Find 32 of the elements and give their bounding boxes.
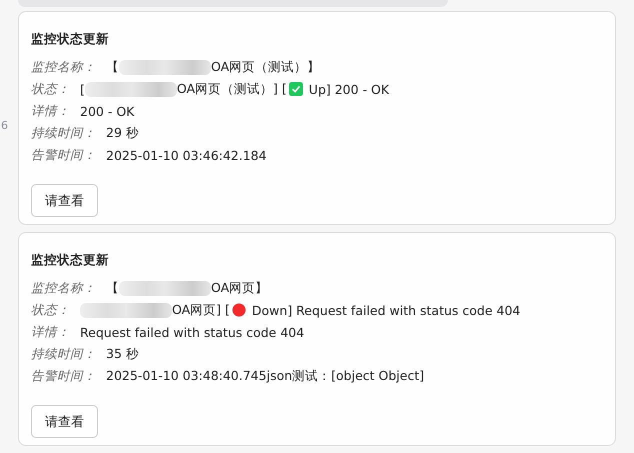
field-label: 详情： [31, 102, 70, 120]
field-label: 持续时间： [31, 124, 96, 142]
card-title: 监控状态更新 [31, 252, 110, 269]
field-label: 详情： [31, 324, 70, 340]
view-button[interactable]: 请查看 [31, 405, 98, 438]
field-label: 持续时间： [31, 346, 96, 362]
field-label: 状态： [31, 302, 70, 318]
field-value: OA网页】 [211, 280, 268, 296]
field-label: 监控名称： [31, 58, 96, 76]
field-value: 【 [106, 280, 119, 296]
field-value: 200 - OK [80, 104, 134, 118]
field-label: 监控名称： [31, 280, 96, 296]
field-label: 告警时间： [31, 368, 96, 384]
field-value: Down] Request failed with status code 404 [252, 302, 520, 318]
card-title: 监控状态更新 [31, 31, 110, 48]
gutter-text: 6 [0, 119, 8, 132]
field-value: 2025-01-10 03:46:42.184 [106, 148, 267, 162]
field-value: 35 秒 [106, 346, 139, 362]
field-value: OA网页（测试）] [ [176, 80, 287, 98]
field-value: Up] 200 - OK [308, 82, 390, 96]
field-value: 【 [106, 58, 119, 76]
view-button[interactable]: 请查看 [31, 184, 98, 217]
field-value: [ [80, 82, 85, 96]
field-value: OA网页（测试）】 [211, 58, 320, 76]
field-label: 告警时间： [31, 146, 96, 164]
field-value: 2025-01-10 03:48:40.745json测试：[object Object] [106, 368, 424, 384]
check-icon [288, 82, 303, 96]
field-value: Request failed with status code 404 [80, 324, 304, 340]
field-value: 29 秒 [106, 124, 139, 142]
field-label: 状态： [31, 80, 70, 98]
field-value: OA网页] [ [172, 302, 230, 318]
status-dot-icon [232, 303, 246, 317]
